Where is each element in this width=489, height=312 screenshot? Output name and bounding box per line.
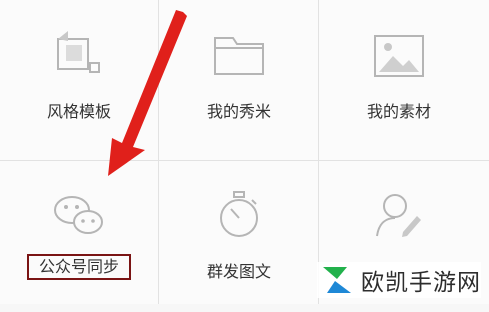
watermark: 欧凯手游网	[317, 262, 481, 298]
grid-item-label: 我的秀米	[206, 102, 271, 121]
grid-item-group-send[interactable]: 群发图文	[160, 162, 318, 312]
grid-item-official-account-sync[interactable]: 公众号同步	[0, 162, 158, 312]
divider	[318, 0, 319, 304]
divider	[0, 160, 489, 161]
label-wrapper: 公众号同步	[0, 254, 158, 280]
stopwatch-icon	[214, 190, 264, 244]
grid-item-label: 我的素材	[366, 102, 431, 121]
watermark-text: 欧凯手游网	[361, 270, 481, 296]
watermark-logo-icon	[323, 267, 351, 293]
grid-item-label: 公众号同步	[26, 254, 131, 280]
grid-item-my-xiumi[interactable]: 我的秀米	[160, 0, 318, 150]
image-icon	[373, 34, 425, 82]
user-edit-icon	[373, 190, 425, 244]
grid-item-label: 群发图文	[206, 262, 271, 281]
folder-icon	[212, 32, 266, 82]
grid-item-my-material[interactable]: 我的素材	[320, 0, 478, 150]
wechat-icon	[52, 194, 106, 242]
grid-item-label: 风格模板	[46, 102, 111, 121]
grid-item-style-template[interactable]: 风格模板	[0, 0, 158, 150]
template-icon	[54, 30, 104, 84]
feature-grid: 风格模板 我的秀米 我的素材 公众号同步 群发图文	[0, 0, 489, 304]
divider	[158, 0, 159, 304]
